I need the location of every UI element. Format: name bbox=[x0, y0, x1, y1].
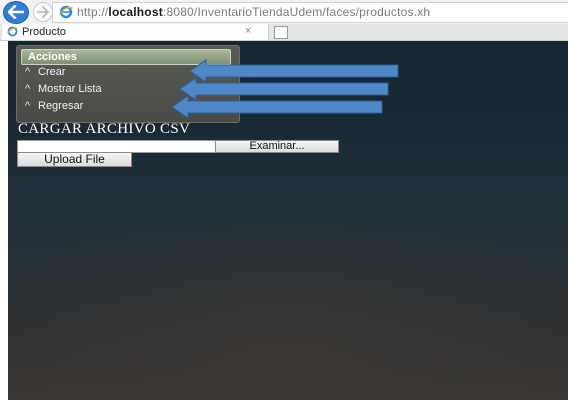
ie-icon bbox=[59, 5, 73, 19]
menu-item-crear[interactable]: ^ Crear bbox=[25, 64, 66, 80]
back-arrow-icon bbox=[8, 5, 24, 19]
menu-item-label: Mostrar Lista bbox=[38, 83, 102, 95]
menu-item-mostrar-lista[interactable]: ^ Mostrar Lista bbox=[25, 81, 102, 97]
caret-up-icon: ^ bbox=[25, 100, 31, 112]
tab-favicon-icon bbox=[7, 26, 18, 37]
url-text: http://localhost:8080/InventarioTiendaUd… bbox=[77, 5, 431, 19]
caret-up-icon: ^ bbox=[25, 66, 31, 78]
browser-address-bar: http://localhost:8080/InventarioTiendaUd… bbox=[0, 0, 568, 24]
caret-up-icon: ^ bbox=[25, 83, 31, 95]
menu-item-label: Regresar bbox=[38, 100, 84, 112]
tab-strip: Producto × bbox=[0, 24, 568, 41]
menu-item-label: Crear bbox=[38, 66, 66, 78]
browse-button[interactable]: Examinar... bbox=[215, 140, 339, 153]
tab-producto[interactable]: Producto × bbox=[2, 24, 269, 40]
forward-arrow-icon bbox=[37, 6, 49, 18]
forward-button[interactable] bbox=[33, 2, 53, 22]
tab-title: Producto bbox=[22, 26, 67, 38]
page-body: Acciones ^ Crear ^ Mostrar Lista ^ Regresar… bbox=[8, 41, 568, 400]
menu-header-label: Acciones bbox=[28, 51, 77, 63]
upload-file-button[interactable]: Upload File bbox=[17, 152, 132, 167]
new-tab-icon[interactable] bbox=[274, 26, 288, 39]
back-button[interactable] bbox=[3, 1, 29, 24]
section-title: CARGAR ARCHIVO CSV bbox=[18, 121, 191, 137]
close-tab-icon[interactable]: × bbox=[245, 24, 251, 39]
menu-item-regresar[interactable]: ^ Regresar bbox=[25, 98, 83, 114]
annotation-arrow-icon bbox=[171, 95, 383, 119]
url-field[interactable]: http://localhost:8080/InventarioTiendaUd… bbox=[52, 2, 568, 23]
